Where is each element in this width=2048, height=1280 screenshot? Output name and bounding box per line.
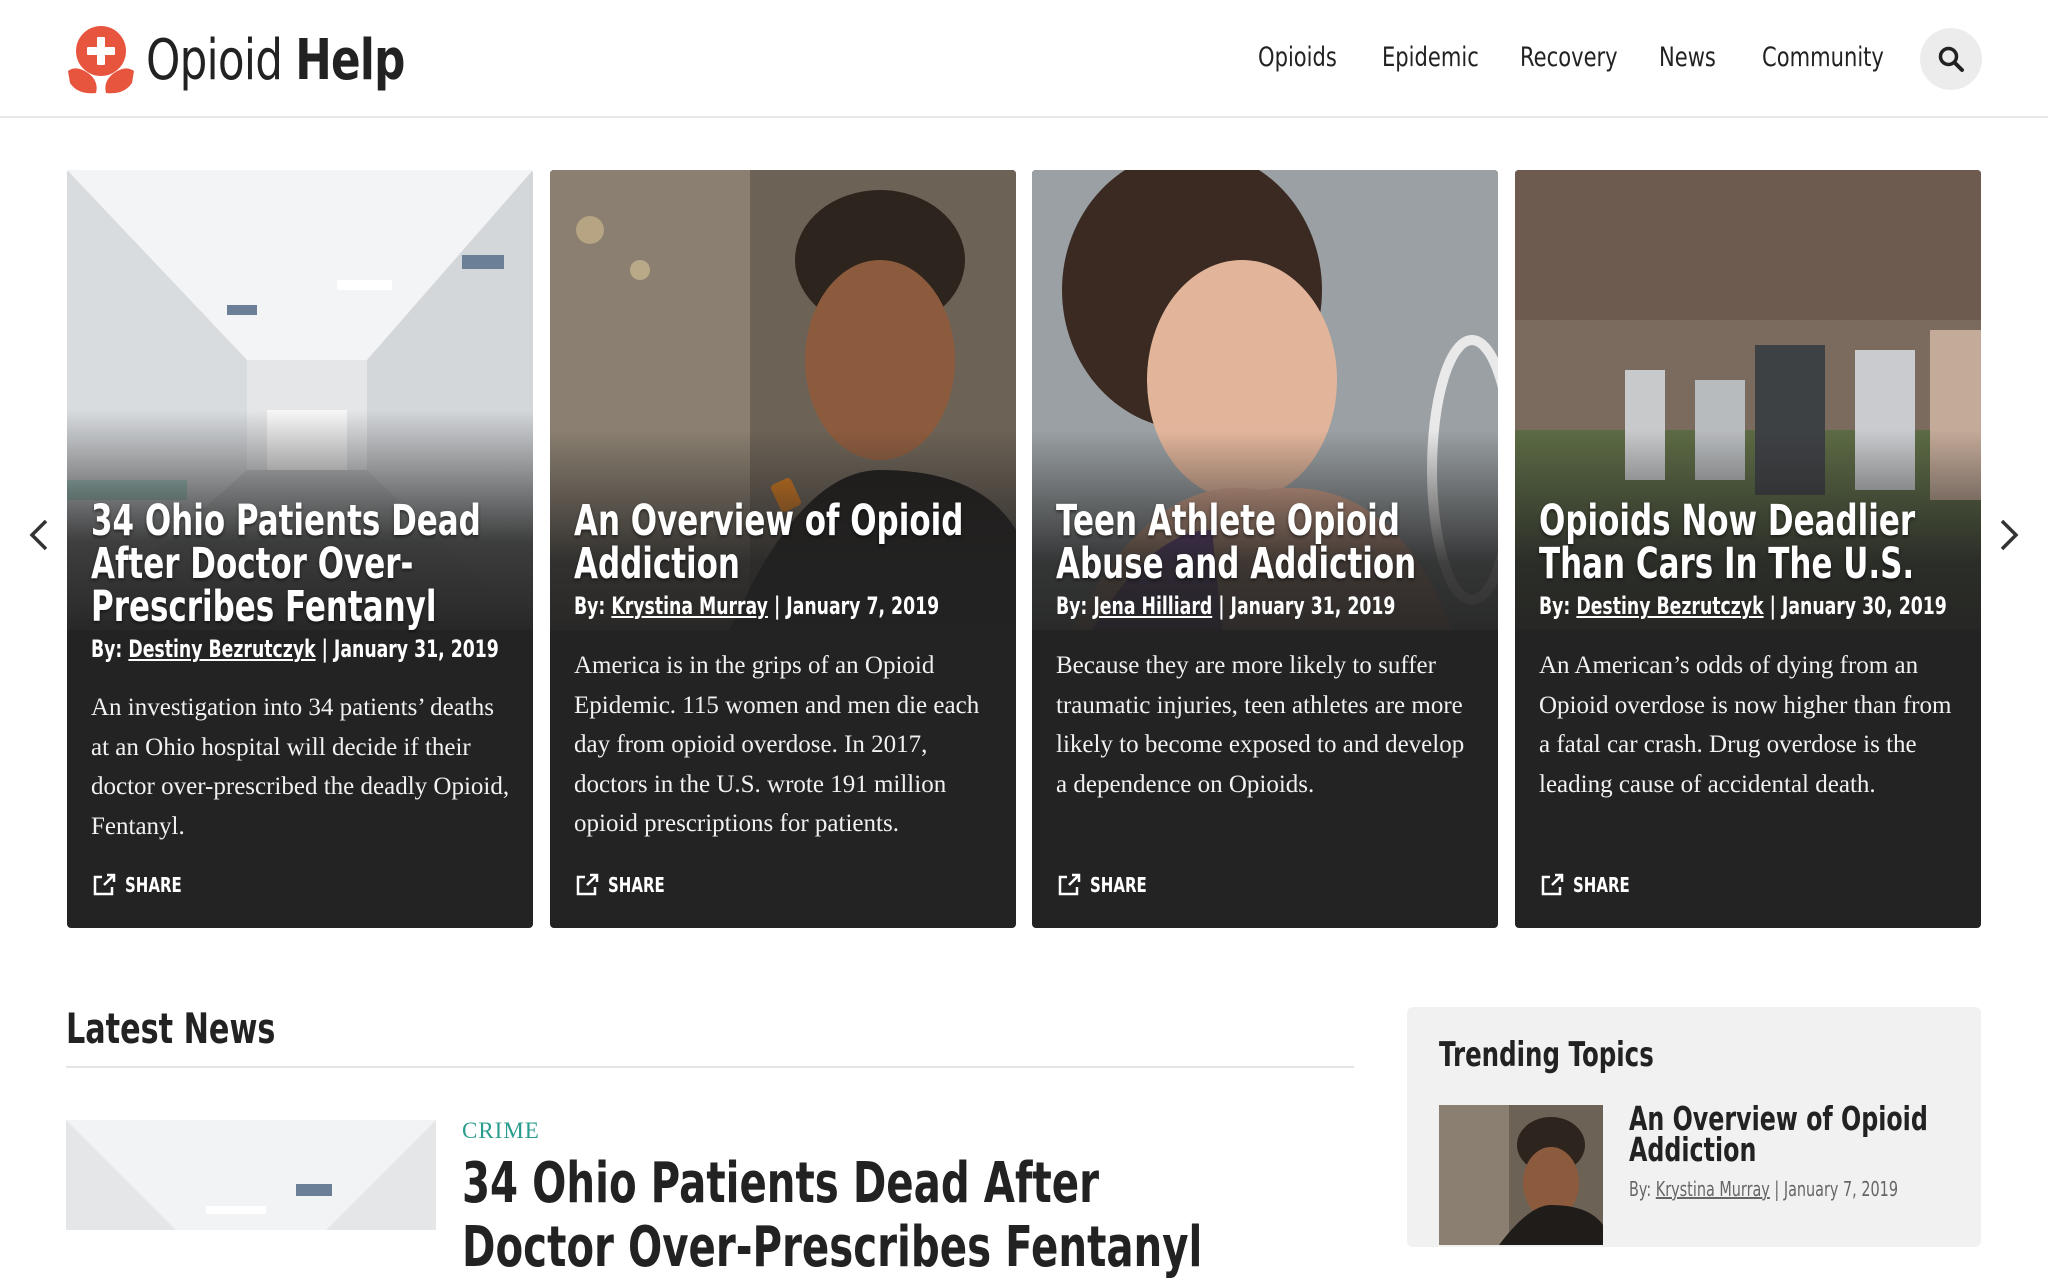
trending-date: | January 7, 2019	[1774, 1177, 1898, 1201]
trending-heading: Trending Topics	[1439, 1035, 1654, 1075]
trending-topics-panel: Trending Topics An Overview of Opioid Ad…	[1407, 1007, 1981, 1247]
trending-item-byline: By: Krystina Murray | January 7, 2019	[1629, 1177, 1898, 1201]
card-excerpt: America is in the grips of an Opioid Epi…	[574, 652, 980, 837]
card-share-button[interactable]: SHARE	[1539, 872, 1649, 898]
carousel-card[interactable]: 34 Ohio Patients Dead After Doctor Over-…	[67, 170, 533, 928]
trending-by: By:	[1629, 1177, 1652, 1201]
card-share-button[interactable]: SHARE	[574, 872, 684, 898]
card-date: | January 7, 2019	[773, 592, 940, 620]
card-author-link[interactable]: Destiny Bezrutczyk	[128, 635, 315, 663]
nav-news[interactable]: News	[1659, 42, 1716, 73]
card-byline: By: Destiny Bezrutczyk | January 31, 201…	[91, 635, 499, 663]
card-date: | January 31, 2019	[321, 635, 499, 663]
chevron-left-icon	[29, 519, 48, 551]
card-title[interactable]: Teen Athlete Opioid Abuse and Addiction	[1056, 500, 1476, 586]
share-icon	[1541, 873, 1564, 896]
logo-text-light: Opioid	[146, 27, 283, 93]
card-by: By:	[1539, 592, 1571, 620]
card-by: By:	[574, 592, 606, 620]
card-date: | January 31, 2019	[1218, 592, 1396, 620]
card-byline: By: Destiny Bezrutczyk | January 30, 201…	[1539, 592, 1947, 620]
trending-item-title[interactable]: An Overview of Opioid Addiction	[1629, 1102, 1946, 1166]
card-by: By:	[91, 635, 123, 663]
trending-author-link[interactable]: Krystina Murray	[1656, 1177, 1770, 1201]
card-title[interactable]: Opioids Now Deadlier Than Cars In The U.…	[1539, 500, 1959, 586]
site-header: Opioid Help Opioids Epidemic Recovery Ne…	[0, 0, 2048, 118]
logo-icon	[68, 26, 134, 94]
news-thumbnail-image	[66, 1120, 436, 1230]
share-icon	[1058, 873, 1081, 896]
card-share-button[interactable]: SHARE	[91, 872, 201, 898]
card-byline: By: Jena Hilliard | January 31, 2019	[1056, 592, 1395, 620]
nav-opioids[interactable]: Opioids	[1258, 42, 1337, 73]
card-author-link[interactable]: Krystina Murray	[611, 592, 768, 620]
nav-community[interactable]: Community	[1762, 42, 1884, 73]
card-title[interactable]: An Overview of Opioid Addiction	[574, 500, 994, 586]
carousel-prev-button[interactable]	[24, 515, 54, 555]
card-author-link[interactable]: Jena Hilliard	[1093, 592, 1212, 620]
nav-epidemic[interactable]: Epidemic	[1382, 42, 1479, 73]
logo-text-bold: Help	[295, 27, 405, 93]
share-label: SHARE	[608, 873, 665, 897]
trending-thumbnail-image	[1439, 1105, 1603, 1245]
carousel-card[interactable]: An Overview of Opioid Addiction By: Krys…	[550, 170, 1016, 928]
site-logo[interactable]: Opioid Help	[66, 24, 478, 96]
share-icon	[93, 873, 116, 896]
carousel-card[interactable]: Teen Athlete Opioid Abuse and Addiction …	[1032, 170, 1498, 928]
news-thumbnail[interactable]	[66, 1120, 436, 1230]
share-label: SHARE	[1090, 873, 1147, 897]
section-divider	[66, 1066, 1354, 1068]
share-label: SHARE	[125, 873, 182, 897]
card-author-link[interactable]: Destiny Bezrutczyk	[1576, 592, 1763, 620]
card-date: | January 30, 2019	[1769, 592, 1947, 620]
card-title[interactable]: 34 Ohio Patients Dead After Doctor Over-…	[91, 500, 511, 629]
search-icon	[1938, 46, 1964, 72]
card-excerpt: An American’s odds of dying from an Opio…	[1539, 652, 1952, 798]
share-icon	[576, 873, 599, 896]
nav-recovery[interactable]: Recovery	[1520, 42, 1618, 73]
card-byline: By: Krystina Murray | January 7, 2019	[574, 592, 939, 620]
latest-news-heading: Latest News	[66, 1004, 276, 1053]
trending-thumbnail[interactable]	[1439, 1105, 1603, 1245]
logo-wordmark: Opioid Help	[146, 28, 405, 93]
carousel-next-button[interactable]	[1994, 515, 2024, 555]
card-by: By:	[1056, 592, 1088, 620]
search-button[interactable]	[1920, 28, 1982, 90]
carousel-card[interactable]: Opioids Now Deadlier Than Cars In The U.…	[1515, 170, 1981, 928]
news-category-link[interactable]: CRIME	[462, 1118, 540, 1144]
chevron-right-icon	[2000, 519, 2019, 551]
card-excerpt: An investigation into 34 patients’ death…	[91, 694, 510, 840]
card-excerpt: Because they are more likely to suffer t…	[1056, 652, 1465, 798]
news-title-link[interactable]: 34 Ohio Patients Dead After Doctor Over-…	[462, 1152, 1218, 1280]
card-share-button[interactable]: SHARE	[1056, 872, 1166, 898]
share-label: SHARE	[1573, 873, 1630, 897]
